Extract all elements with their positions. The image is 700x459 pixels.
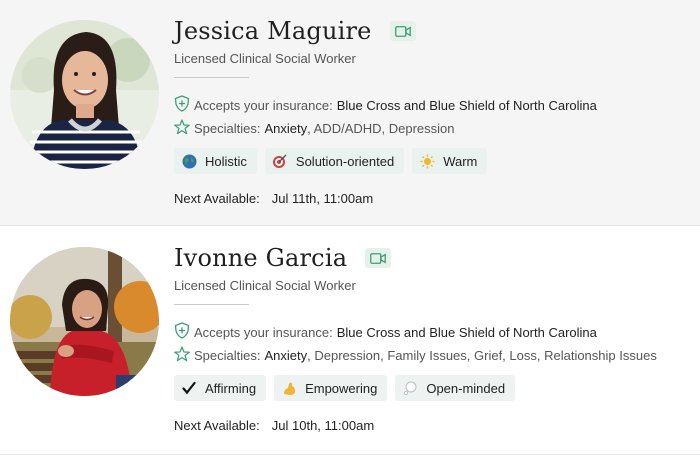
divider xyxy=(174,77,249,78)
specialties-label: Specialties: xyxy=(194,121,261,136)
provider-photo[interactable] xyxy=(10,20,159,169)
shield-plus-icon xyxy=(174,95,190,115)
provider-name[interactable]: Jessica Maguire xyxy=(174,17,372,45)
provider-card[interactable]: Ivonne Garcia Licensed Clinical Social W… xyxy=(0,227,700,455)
specialty-primary: Anxiety xyxy=(264,348,308,363)
provider-name[interactable]: Ivonne Garcia xyxy=(174,244,347,272)
checkmark-icon xyxy=(181,380,197,396)
tag-label: Empowering xyxy=(305,380,378,396)
next-available-value: Jul 10th, 11:00am xyxy=(271,418,375,433)
provider-title: Licensed Clinical Social Worker xyxy=(174,278,356,293)
tag-chip: Warm xyxy=(412,148,488,174)
insurance-label: Accepts your insurance: xyxy=(194,97,333,113)
tag-chip: Open-minded xyxy=(395,375,516,401)
next-available: Next Available: Jul 11th, 11:00am xyxy=(174,191,373,206)
insurance-label: Accepts your insurance: xyxy=(194,324,333,340)
insurance-row: Accepts your insurance: Blue Cross and B… xyxy=(174,95,597,115)
globe-icon xyxy=(181,153,197,169)
tag-list: Affirming Empowering Open-minded xyxy=(174,375,516,401)
specialties-row: Specialties: Anxiety , Depression, Famil… xyxy=(174,346,657,365)
sun-icon xyxy=(419,153,435,169)
tag-list: Holistic Solution-oriented Warm xyxy=(174,148,488,174)
insurance-row: Accepts your insurance: Blue Cross and B… xyxy=(174,322,597,342)
specialties-list: , Depression, Family Issues, Grief, Loss… xyxy=(307,348,657,363)
provider-card[interactable]: Jessica Maguire Licensed Clinical Social… xyxy=(0,0,700,226)
divider xyxy=(174,304,249,305)
provider-title: Licensed Clinical Social Worker xyxy=(174,51,356,66)
video-session-icon xyxy=(389,21,416,41)
tag-label: Warm xyxy=(443,153,478,169)
tag-chip: Holistic xyxy=(174,148,257,174)
next-available-label: Next Available: xyxy=(174,191,260,206)
target-icon xyxy=(272,153,288,169)
next-available-label: Next Available: xyxy=(174,418,260,433)
specialties-row: Specialties: Anxiety , ADD/ADHD, Depress… xyxy=(174,119,455,138)
tag-chip: Affirming xyxy=(174,375,267,401)
tag-label: Solution-oriented xyxy=(295,153,395,169)
star-icon xyxy=(174,346,190,365)
tag-chip: Solution-oriented xyxy=(264,148,405,174)
insurance-value: Blue Cross and Blue Shield of North Caro… xyxy=(336,97,597,113)
specialties-label: Specialties: xyxy=(194,348,261,363)
tag-label: Open-minded xyxy=(426,380,506,396)
shield-plus-icon xyxy=(174,322,190,342)
tag-chip: Empowering xyxy=(274,375,388,401)
thought-bubble-icon xyxy=(402,380,418,396)
specialty-primary: Anxiety xyxy=(264,121,308,136)
tag-label: Holistic xyxy=(205,153,247,169)
insurance-value: Blue Cross and Blue Shield of North Caro… xyxy=(336,324,597,340)
specialties-list: , ADD/ADHD, Depression xyxy=(307,121,455,136)
star-icon xyxy=(174,119,190,138)
video-session-icon xyxy=(365,248,392,268)
next-available: Next Available: Jul 10th, 11:00am xyxy=(174,418,374,433)
flexed-arm-icon xyxy=(281,380,297,396)
next-available-value: Jul 11th, 11:00am xyxy=(271,191,374,206)
tag-label: Affirming xyxy=(205,380,257,396)
provider-photo[interactable] xyxy=(10,247,159,396)
